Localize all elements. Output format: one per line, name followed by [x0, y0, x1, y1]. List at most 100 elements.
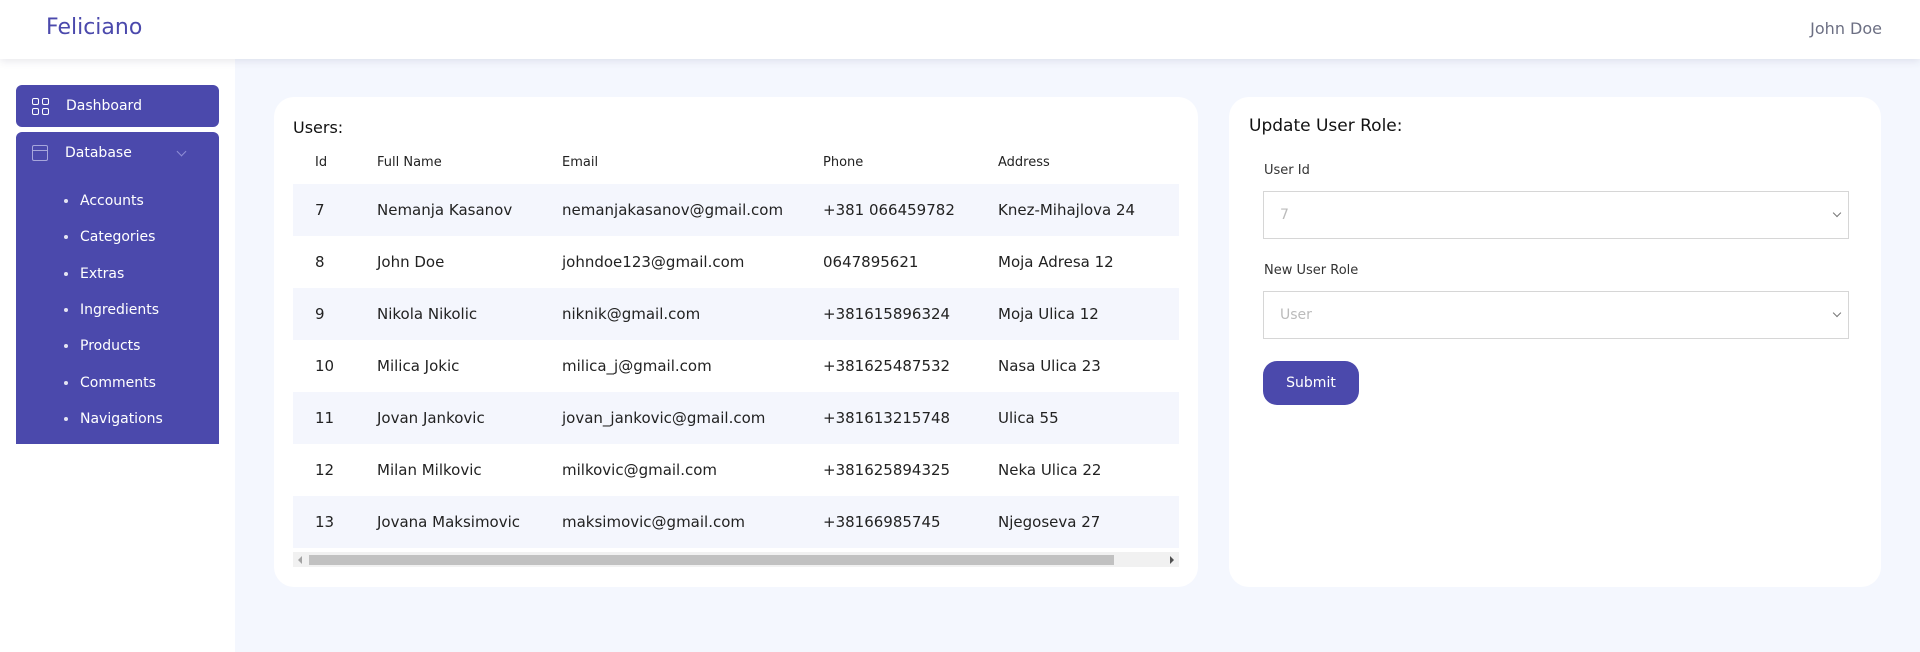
cell-full-name: Jovana Maksimovic [377, 513, 521, 531]
user-id-value: 7 [1280, 207, 1289, 223]
sidebar-item-label: Database [65, 145, 132, 161]
table-row[interactable]: 12 Milan Milkovic milkovic@gmail.com +38… [293, 444, 1179, 496]
cell-address: Knez-Mihajlova 24 [998, 201, 1136, 219]
cell-phone: +381 066459782 [823, 201, 955, 219]
sidebar-group-database: Database Accounts Categories Extras Ingr… [16, 132, 219, 444]
sidebar-item-comments[interactable]: Comments [16, 364, 219, 400]
bullet-icon [64, 380, 68, 385]
cell-address: Nasa Ulica 23 [998, 357, 1101, 375]
users-title: Users: [293, 118, 344, 137]
sidebar-item-label: Extras [80, 265, 125, 282]
sidebar-item-dashboard[interactable]: Dashboard [16, 85, 219, 127]
user-id-select[interactable]: 7 [1263, 191, 1849, 239]
cell-phone: +381615896324 [823, 305, 951, 323]
cell-email: johndoe123@gmail.com [562, 253, 745, 271]
table-row[interactable]: 7 Nemanja Kasanov nemanjakasanov@gmail.c… [293, 184, 1179, 236]
cell-id: 12 [315, 461, 335, 479]
user-menu[interactable]: John Doe [1810, 19, 1882, 38]
brand-logo[interactable]: Feliciano [46, 15, 142, 40]
sidebar: Dashboard Database Accounts Categories E… [0, 59, 235, 652]
table-row[interactable]: 10 Milica Jokic milica_j@gmail.com +3816… [293, 340, 1179, 392]
cell-full-name: Milica Jokic [377, 357, 460, 375]
users-table-container: Id Full Name Email Phone Address 7 Neman… [293, 140, 1179, 573]
cell-phone: +381625487532 [823, 357, 951, 375]
cell-email: maksimovic@gmail.com [562, 513, 746, 531]
bullet-icon [64, 271, 68, 276]
cell-id: 8 [315, 253, 325, 271]
cell-id: 7 [315, 201, 325, 219]
scrollbar-thumb[interactable] [309, 555, 1114, 565]
scroll-left-arrow-icon[interactable] [298, 556, 302, 564]
cell-email: milkovic@gmail.com [562, 461, 718, 479]
bullet-icon [64, 199, 68, 204]
cell-address: Neka Ulica 22 [998, 461, 1102, 479]
database-submenu: Accounts Categories Extras Ingredients P… [16, 183, 219, 437]
table-row[interactable]: 9 Nikola Nikolic niknik@gmail.com +38161… [293, 288, 1179, 340]
cell-email: niknik@gmail.com [562, 305, 701, 323]
cell-address: Ulica 55 [998, 409, 1059, 427]
database-table-icon [32, 145, 48, 161]
table-row[interactable]: 11 Jovan Jankovic jovan_jankovic@gmail.c… [293, 392, 1179, 444]
cell-full-name: Nikola Nikolic [377, 305, 478, 323]
cell-address: Moja Adresa 12 [998, 253, 1114, 271]
sidebar-item-label: Navigations [80, 410, 163, 427]
cell-address: Moja Ulica 12 [998, 305, 1099, 323]
sidebar-item-label: Ingredients [80, 302, 159, 319]
cell-email: milica_j@gmail.com [562, 357, 712, 375]
user-role-select[interactable]: User [1263, 291, 1849, 339]
new-user-role-label: New User Role [1264, 263, 1359, 278]
bullet-icon [64, 344, 68, 349]
sidebar-item-label: Comments [80, 374, 156, 391]
bullet-icon [64, 235, 68, 240]
users-table: Id Full Name Email Phone Address 7 Neman… [293, 140, 1179, 548]
update-role-card: Update User Role: User Id 7 New User Rol… [1229, 97, 1881, 587]
chevron-down-icon [176, 146, 187, 157]
column-header-phone: Phone [823, 154, 864, 170]
cell-full-name: John Doe [377, 253, 445, 271]
cell-id: 13 [315, 513, 335, 531]
chevron-down-icon [1832, 308, 1842, 318]
sidebar-item-ingredients[interactable]: Ingredients [16, 292, 219, 328]
scroll-right-arrow-icon[interactable] [1170, 556, 1174, 564]
cell-email: nemanjakasanov@gmail.com [562, 201, 784, 219]
cell-id: 11 [315, 409, 335, 427]
sidebar-item-categories[interactable]: Categories [16, 219, 219, 255]
cell-phone: +381613215748 [823, 409, 951, 427]
column-header-id: Id [315, 154, 328, 170]
horizontal-scrollbar[interactable] [293, 552, 1179, 567]
update-role-title: Update User Role: [1249, 116, 1403, 136]
cell-id: 10 [315, 357, 335, 375]
submit-button[interactable]: Submit [1263, 361, 1359, 405]
sidebar-item-label: Dashboard [66, 98, 142, 114]
cell-phone: 0647895621 [823, 253, 919, 271]
bullet-icon [64, 416, 68, 421]
cell-phone: +381625894325 [823, 461, 951, 479]
sidebar-item-extras[interactable]: Extras [16, 256, 219, 292]
sidebar-item-label: Accounts [80, 193, 144, 210]
users-card: Users: Id Full Name Email Phone Address … [274, 97, 1198, 587]
top-bar: Feliciano John Doe [0, 0, 1920, 59]
user-role-value: User [1280, 307, 1312, 323]
table-header-row: Id Full Name Email Phone Address [293, 140, 1179, 184]
sidebar-item-navigations[interactable]: Navigations [16, 401, 219, 437]
sidebar-item-label: Products [80, 338, 141, 355]
cell-phone: +38166985745 [823, 513, 941, 531]
table-row[interactable]: 8 John Doe johndoe123@gmail.com 06478956… [293, 236, 1179, 288]
bullet-icon [64, 308, 68, 313]
dashboard-grid-icon [32, 97, 49, 115]
cell-email: jovan_jankovic@gmail.com [562, 409, 766, 427]
sidebar-item-database[interactable]: Database [16, 132, 219, 174]
cell-address: Njegoseva 27 [998, 513, 1101, 531]
sidebar-item-products[interactable]: Products [16, 328, 219, 364]
sidebar-item-accounts[interactable]: Accounts [16, 183, 219, 219]
table-row[interactable]: 13 Jovana Maksimovic maksimovic@gmail.co… [293, 496, 1179, 548]
user-id-label: User Id [1264, 163, 1310, 178]
sidebar-item-label: Categories [80, 229, 156, 246]
cell-full-name: Jovan Jankovic [377, 409, 485, 427]
column-header-full-name: Full Name [377, 154, 442, 170]
column-header-email: Email [562, 154, 599, 170]
cell-full-name: Nemanja Kasanov [377, 201, 513, 219]
cell-full-name: Milan Milkovic [377, 461, 482, 479]
column-header-address: Address [998, 154, 1050, 170]
chevron-down-icon [1832, 208, 1842, 218]
